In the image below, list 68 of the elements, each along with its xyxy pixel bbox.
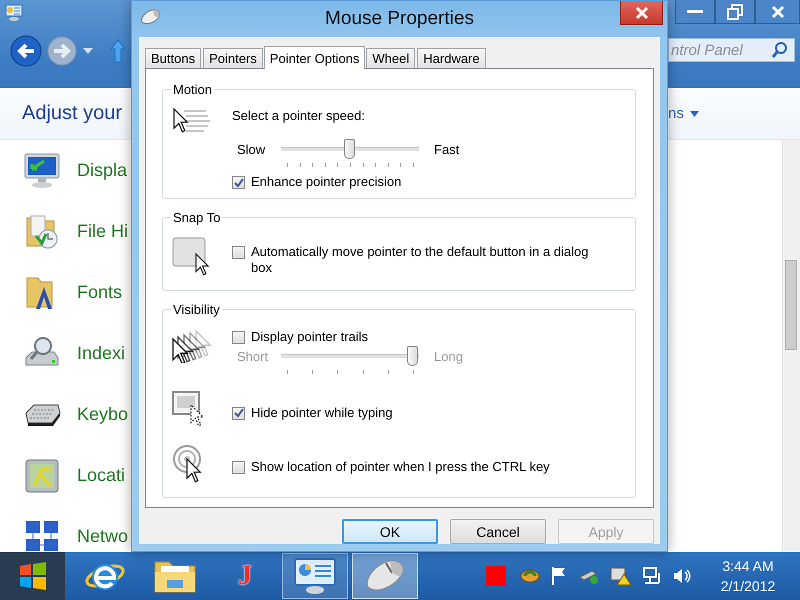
group-title: Motion	[172, 82, 214, 97]
slider-min-label: Slow	[236, 141, 266, 159]
control-panel-item[interactable]: Netwo	[77, 526, 128, 547]
start-button[interactable]	[0, 552, 65, 600]
clock[interactable]: 3:44 AM 2/1/2012	[702, 556, 794, 596]
control-panel-item[interactable]: Keybo	[77, 404, 128, 425]
checkbox-label[interactable]: Hide pointer while typing	[251, 404, 393, 420]
taskbar-button[interactable]	[352, 553, 418, 599]
control-panel-icon	[5, 4, 23, 22]
speaker-icon[interactable]	[672, 567, 692, 585]
time-text: 3:44 AM	[722, 557, 774, 576]
view-link[interactable]: ns	[668, 105, 684, 122]
tab[interactable]: Pointer Options	[264, 46, 366, 69]
taskbar-button[interactable]	[282, 553, 348, 599]
back-icon[interactable]	[10, 35, 42, 67]
flag-icon[interactable]	[550, 566, 568, 586]
slider-thumb[interactable]	[344, 139, 355, 159]
window-title: Mouse Properties	[325, 8, 474, 30]
caret-icon[interactable]	[690, 110, 699, 116]
control-panel-icon[interactable]	[293, 557, 337, 595]
checkbox-label[interactable]: Show location of pointer when I press the CTRL key	[251, 458, 550, 474]
tab[interactable]: Wheel	[366, 48, 416, 68]
control-panel-item[interactable]: File Hi	[77, 221, 128, 242]
dialog-button[interactable]: OK	[342, 519, 438, 544]
checkbox-label[interactable]: Automatically move pointer to the default button in a dialog box	[251, 244, 596, 276]
dropdown-icon[interactable]	[82, 47, 94, 55]
display-icon[interactable]	[22, 150, 62, 190]
mouse-icon	[140, 8, 162, 24]
restore-button[interactable]	[715, 0, 755, 24]
restore-icon[interactable]	[727, 4, 743, 20]
checkbox[interactable]	[232, 246, 245, 258]
checkbox[interactable]	[232, 460, 245, 474]
forward-icon[interactable]	[46, 35, 78, 67]
tab[interactable]: Pointers	[203, 48, 263, 68]
slider-max-label: Fast	[434, 141, 460, 159]
tab[interactable]: Hardware	[417, 48, 486, 68]
group-title: Visibility	[172, 302, 221, 317]
close-icon[interactable]	[634, 6, 650, 20]
checkbox[interactable]	[232, 176, 245, 189]
control-panel-item[interactable]: Fonts	[77, 282, 122, 303]
scrollbar[interactable]	[782, 140, 800, 552]
control-panel-item[interactable]: Locati	[77, 465, 126, 486]
network-icon[interactable]	[642, 566, 662, 586]
slider[interactable]	[281, 138, 419, 168]
checkbox[interactable]	[232, 331, 245, 344]
close-button[interactable]	[755, 0, 800, 24]
warning-icon[interactable]	[610, 566, 632, 586]
slider-max-label: Long	[434, 348, 463, 366]
group-title: Snap To	[172, 210, 222, 225]
search-field[interactable]: ntrol Panel	[668, 38, 795, 62]
checkbox-label[interactable]: Display pointer trails	[251, 329, 368, 345]
minimize-button[interactable]	[675, 0, 715, 24]
sync-icon[interactable]	[520, 568, 540, 584]
search-icon[interactable]	[771, 41, 789, 59]
checkbox-label[interactable]: Enhance pointer precision	[251, 174, 402, 190]
minimize-icon[interactable]	[687, 10, 703, 14]
page-heading: Adjust your	[21, 102, 122, 125]
dialog-button[interactable]: Cancel	[450, 519, 546, 544]
control-panel-item[interactable]: Displa	[77, 160, 128, 181]
slider-min-label: Short	[236, 348, 270, 366]
prompt-text: Select a pointer speed:	[232, 107, 366, 125]
close-button[interactable]	[620, 1, 663, 25]
control-panel-item[interactable]: Indexi	[77, 343, 126, 364]
close-icon[interactable]	[770, 4, 784, 18]
checkbox[interactable]	[232, 406, 245, 420]
windows-logo-icon[interactable]	[18, 562, 48, 590]
date-text: 2/1/2012	[720, 577, 776, 596]
tab[interactable]: Buttons	[145, 48, 202, 68]
